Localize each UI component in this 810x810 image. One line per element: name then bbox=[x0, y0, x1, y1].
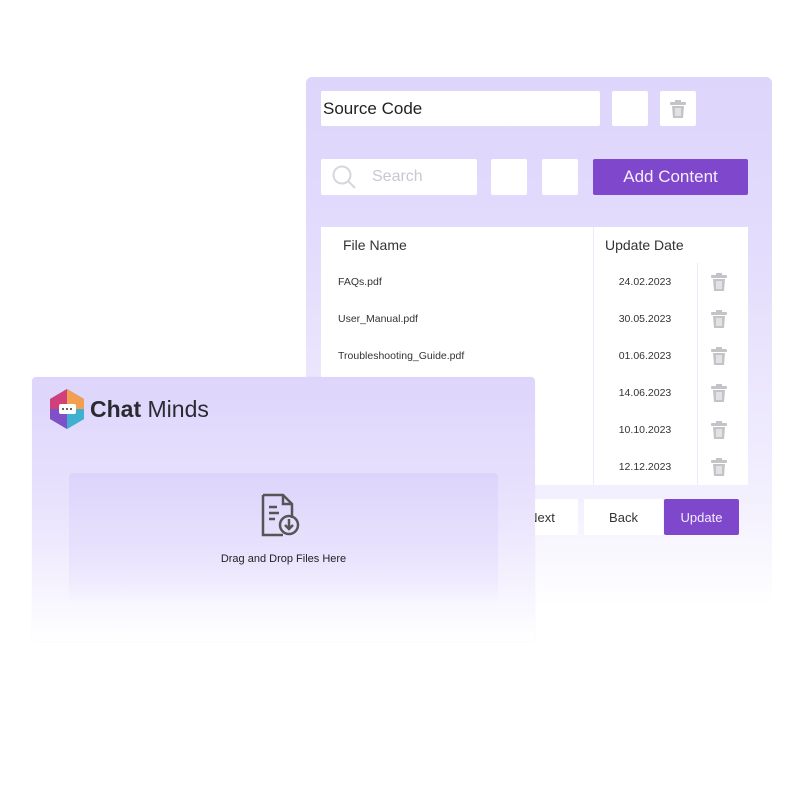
delete-row-trash-icon[interactable] bbox=[711, 384, 727, 402]
delete-row-trash-icon[interactable] bbox=[711, 310, 727, 328]
brand-name-light: Minds bbox=[141, 395, 209, 422]
update-date-cell: 14.06.2023 bbox=[618, 386, 672, 399]
table-row[interactable]: User_Manual.pdf 30.05.2023 bbox=[321, 300, 748, 337]
file-name-cell: Troubleshooting_Guide.pdf bbox=[338, 349, 465, 362]
delete-row-trash-icon[interactable] bbox=[711, 347, 727, 365]
brand-name-bold: Chat bbox=[90, 395, 142, 422]
trash-icon bbox=[670, 100, 686, 118]
drop-instructions: Drag and Drop Files Here bbox=[220, 553, 347, 565]
table-row[interactable]: Troubleshooting_Guide.pdf 01.06.2023 bbox=[321, 337, 748, 374]
delete-row-trash-icon[interactable] bbox=[711, 273, 727, 291]
chat-minds-logo-icon bbox=[50, 389, 84, 429]
update-date-cell: 30.05.2023 bbox=[618, 312, 672, 325]
column-header-file-name: File Name bbox=[343, 237, 407, 253]
add-content-button[interactable]: Add Content bbox=[593, 159, 748, 195]
drop-zone[interactable]: Drag and Drop Files Here bbox=[69, 473, 498, 603]
file-download-icon bbox=[261, 493, 300, 537]
search-input[interactable]: Search bbox=[321, 159, 477, 195]
search-placeholder: Search bbox=[372, 168, 423, 185]
update-date-cell: 24.02.2023 bbox=[618, 275, 672, 288]
table-row[interactable]: FAQs.pdf 24.02.2023 bbox=[321, 263, 748, 300]
delete-source-button[interactable] bbox=[660, 91, 696, 126]
upload-card: Chat Minds Drag and Drop Files Here bbox=[32, 377, 535, 641]
file-name-cell: FAQs.pdf bbox=[338, 275, 382, 288]
file-name-cell: User_Manual.pdf bbox=[338, 312, 418, 325]
back-button[interactable]: Back bbox=[584, 499, 663, 535]
source-name-value: Source Code bbox=[323, 98, 423, 118]
delete-row-trash-icon[interactable] bbox=[711, 458, 727, 476]
search-icon bbox=[332, 165, 356, 189]
delete-row-trash-icon[interactable] bbox=[711, 421, 727, 439]
column-header-update-date: Update Date bbox=[605, 237, 684, 253]
brand-logo: Chat Minds bbox=[50, 389, 209, 429]
blank-button[interactable] bbox=[612, 91, 648, 126]
source-name-input[interactable]: Source Code bbox=[321, 91, 600, 126]
filter-button[interactable] bbox=[491, 159, 527, 195]
sort-button[interactable] bbox=[542, 159, 578, 195]
update-date-cell: 01.06.2023 bbox=[618, 349, 672, 362]
update-button[interactable]: Update bbox=[664, 499, 739, 535]
update-date-cell: 10.10.2023 bbox=[618, 423, 672, 436]
update-date-cell: 12.12.2023 bbox=[618, 460, 672, 473]
